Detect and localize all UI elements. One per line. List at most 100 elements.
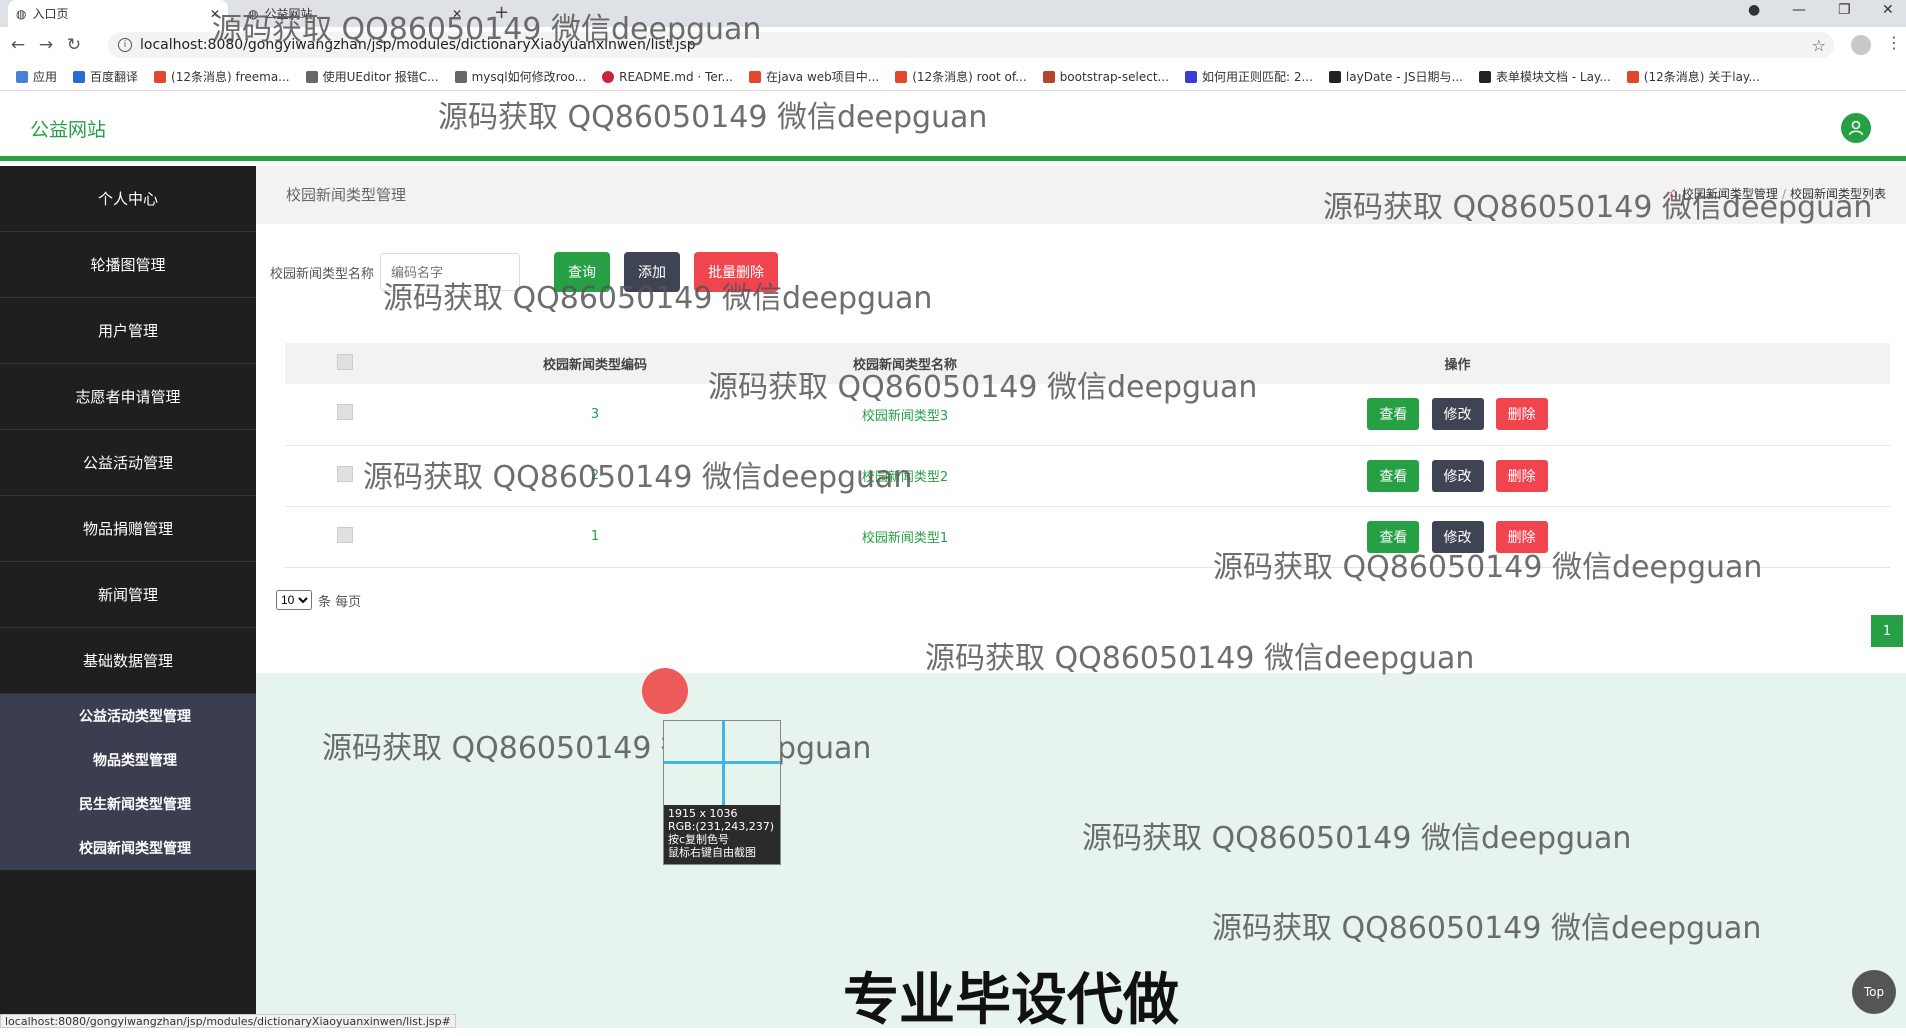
- browser-tab-entry[interactable]: ◍ 入口页 ✕: [8, 0, 228, 27]
- sidebar-item-volunteer[interactable]: 志愿者申请管理: [0, 364, 256, 430]
- table-row: 1 校园新闻类型1 查看 修改 删除: [285, 506, 1890, 568]
- tab-title: 公益网站: [264, 7, 313, 21]
- tab-title: 入口页: [32, 7, 69, 21]
- forward-icon[interactable]: →: [32, 35, 60, 55]
- delete-button[interactable]: 删除: [1495, 398, 1548, 431]
- address-bar: ← → ↻ i localhost:8080/gongyiwangzhan/js…: [0, 27, 1906, 63]
- edit-button[interactable]: 修改: [1431, 459, 1484, 492]
- delete-button[interactable]: 删除: [1495, 520, 1548, 553]
- view-button[interactable]: 查看: [1367, 398, 1420, 431]
- bookmark-icon: [1478, 70, 1491, 83]
- promo-banner: 专业毕设代做: [843, 968, 1179, 1033]
- page-size-select[interactable]: 10: [276, 590, 312, 610]
- reload-icon[interactable]: ↻: [60, 35, 88, 55]
- close-icon[interactable]: ✕: [452, 7, 462, 21]
- query-button[interactable]: 查询: [554, 252, 611, 292]
- bookmark-icon: [154, 70, 167, 83]
- edit-button[interactable]: 修改: [1431, 520, 1484, 553]
- sidebar: 个人中心 轮播图管理 用户管理 志愿者申请管理 公益活动管理 物品捐赠管理 新闻…: [0, 166, 256, 1028]
- bookmark-icon: [73, 70, 86, 83]
- bookmark-item[interactable]: 如何用正则匹配: 2...: [1179, 68, 1323, 85]
- browser-account-icon[interactable]: ●: [1748, 2, 1760, 18]
- url-text: localhost:8080/gongyiwangzhan/jsp/module…: [140, 37, 696, 53]
- magnifier-line: RGB:(231,243,237): [668, 820, 774, 833]
- bookmark-item[interactable]: 应用: [10, 68, 67, 85]
- sidebar-item-activity[interactable]: 公益活动管理: [0, 430, 256, 496]
- bookmark-item[interactable]: 使用UEditor 报错C...: [300, 68, 449, 85]
- breadcrumb-item[interactable]: 校园新闻类型管理: [1682, 185, 1778, 202]
- submenu-item-goods-type[interactable]: 物品类型管理: [0, 738, 256, 782]
- bookmark-icon: [1184, 70, 1197, 83]
- pagination-size: 10 条 每页: [276, 590, 361, 610]
- bookmark-item[interactable]: (12条消息) freema...: [148, 68, 300, 85]
- row-checkbox[interactable]: [337, 465, 353, 482]
- page-number-button[interactable]: 1: [1871, 615, 1903, 647]
- submenu-item-livelihood-news-type[interactable]: 民生新闻类型管理: [0, 782, 256, 826]
- view-button[interactable]: 查看: [1367, 459, 1420, 492]
- cell-actions: 查看 修改 删除: [1025, 384, 1890, 446]
- select-all-checkbox[interactable]: [337, 353, 353, 370]
- cell-name: 校园新闻类型3: [785, 384, 1025, 446]
- edit-button[interactable]: 修改: [1431, 398, 1484, 431]
- sidebar-item-donation[interactable]: 物品捐赠管理: [0, 496, 256, 562]
- bookmarks-bar: 应用 百度翻译 (12条消息) freema... 使用UEditor 报错C.…: [0, 63, 1906, 91]
- search-input[interactable]: [380, 253, 521, 291]
- bookmark-item[interactable]: layDate - JS日期与...: [1323, 68, 1473, 85]
- bookmark-icon: [895, 70, 908, 83]
- sidebar-item-personal[interactable]: 个人中心: [0, 166, 256, 232]
- restore-icon[interactable]: ❐: [1838, 2, 1851, 18]
- star-icon[interactable]: ☆: [1812, 36, 1826, 55]
- browser-tab-site[interactable]: ◍ 公益网站 ✕: [240, 0, 470, 27]
- submenu-item-campus-news-type[interactable]: 校园新闻类型管理: [0, 826, 256, 870]
- bookmark-item[interactable]: (12条消息) 关于lay...: [1621, 68, 1770, 85]
- table-header-row: 校园新闻类型编码 校园新闻类型名称 操作: [285, 343, 1890, 384]
- home-icon[interactable]: ⌂: [1670, 186, 1678, 201]
- main-area: 校园新闻类型管理 ⌂ 校园新闻类型管理 / 校园新闻类型列表 校园新闻类型名称 …: [256, 166, 1906, 1028]
- submenu-item-activity-type[interactable]: 公益活动类型管理: [0, 694, 256, 738]
- row-checkbox[interactable]: [337, 404, 353, 421]
- search-label: 校园新闻类型名称: [270, 266, 375, 282]
- new-tab-icon[interactable]: +: [494, 2, 509, 23]
- sidebar-item-carousel[interactable]: 轮播图管理: [0, 232, 256, 298]
- bookmark-item[interactable]: 在java web项目中...: [743, 68, 889, 85]
- minimize-icon[interactable]: —: [1792, 2, 1806, 18]
- per-page-label: 条 每页: [318, 594, 362, 610]
- batch-delete-button[interactable]: 批量删除: [694, 252, 779, 292]
- sidebar-item-news[interactable]: 新闻管理: [0, 562, 256, 628]
- back-icon[interactable]: ←: [4, 35, 32, 55]
- table-row: 3 校园新闻类型3 查看 修改 删除: [285, 384, 1890, 446]
- user-icon[interactable]: [1841, 113, 1871, 143]
- menu-icon[interactable]: ⋮: [1886, 33, 1902, 52]
- magnifier-line: 1915 x 1036: [668, 807, 738, 820]
- sidebar-item-basic-data[interactable]: 基础数据管理: [0, 628, 256, 694]
- site-title[interactable]: 公益网站: [30, 115, 106, 142]
- view-button[interactable]: 查看: [1367, 520, 1420, 553]
- bookmark-icon: [1328, 70, 1341, 83]
- bookmark-icon: [749, 70, 761, 83]
- profile-icon[interactable]: [1851, 35, 1871, 55]
- magnifier-info: 1915 x 1036 RGB:(231,243,237) 按c复制色号 鼠标右…: [664, 805, 780, 861]
- back-to-top-button[interactable]: Top: [1852, 970, 1896, 1014]
- sidebar-item-users[interactable]: 用户管理: [0, 298, 256, 364]
- bookmark-item[interactable]: (12条消息) root of...: [889, 68, 1036, 85]
- color-picker-magnifier: 1915 x 1036 RGB:(231,243,237) 按c复制色号 鼠标右…: [663, 720, 781, 865]
- add-button[interactable]: 添加: [624, 252, 681, 292]
- bookmark-item[interactable]: bootstrap-select...: [1037, 70, 1179, 84]
- delete-button[interactable]: 删除: [1495, 459, 1548, 492]
- magnifier-line: 鼠标右键自由截图: [668, 846, 756, 859]
- info-icon[interactable]: i: [118, 38, 132, 52]
- row-checkbox[interactable]: [337, 526, 353, 543]
- close-window-icon[interactable]: ✕: [1882, 2, 1894, 18]
- url-field[interactable]: i localhost:8080/gongyiwangzhan/jsp/modu…: [108, 32, 1834, 58]
- title-bar: 校园新闻类型管理 ⌂ 校园新闻类型管理 / 校园新闻类型列表: [256, 166, 1906, 224]
- bookmark-item[interactable]: mysql如何修改roo...: [449, 68, 597, 85]
- bookmark-item[interactable]: README.md · Ter...: [596, 70, 743, 84]
- browser-status-bar: localhost:8080/gongyiwangzhan/jsp/module…: [0, 1014, 456, 1028]
- sidebar-submenu: 公益活动类型管理 物品类型管理 民生新闻类型管理 校园新闻类型管理: [0, 694, 256, 870]
- bookmark-item[interactable]: 百度翻译: [67, 68, 148, 85]
- close-icon[interactable]: ✕: [210, 7, 220, 21]
- globe-icon: ◍: [248, 6, 259, 21]
- data-table: 校园新闻类型编码 校园新闻类型名称 操作 3 校园新闻类型3 查看 修改 删除: [285, 343, 1890, 568]
- bookmark-item[interactable]: 表单模块文档 - Lay...: [1473, 68, 1621, 85]
- breadcrumb-separator: /: [1781, 186, 1786, 201]
